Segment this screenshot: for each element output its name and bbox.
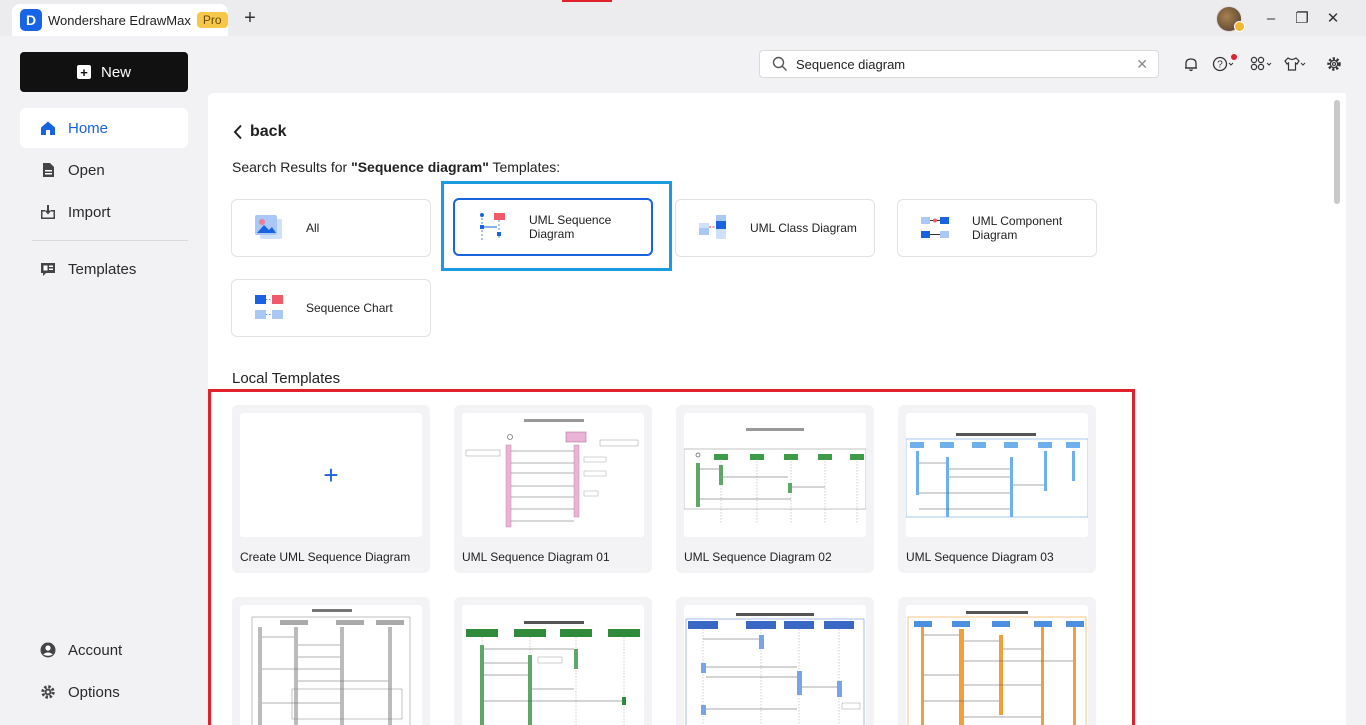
- template-thumbnail: +: [240, 413, 422, 537]
- search-bar[interactable]: ✕: [759, 50, 1159, 78]
- clear-search-icon[interactable]: ✕: [1136, 56, 1148, 73]
- apps-icon[interactable]: [1250, 54, 1272, 74]
- search-input[interactable]: [796, 56, 1116, 72]
- category-label: UML Component Diagram: [972, 214, 1063, 242]
- sequence-chart-icon: [255, 295, 283, 319]
- category-label: UML Class Diagram: [750, 221, 857, 235]
- search-icon: [772, 56, 787, 71]
- category-sequence-chart[interactable]: Sequence Chart: [231, 279, 431, 337]
- gear-icon: [40, 684, 56, 700]
- sidebar-item-templates[interactable]: Templates: [20, 249, 188, 289]
- search-results-heading: Search Results for "Sequence diagram" Te…: [232, 159, 561, 175]
- account-icon: [40, 642, 56, 658]
- maximize-button[interactable]: ❐: [1292, 8, 1312, 28]
- new-button[interactable]: + New: [20, 52, 188, 92]
- template-card-05[interactable]: [454, 597, 652, 725]
- notification-dot-icon: [1231, 54, 1237, 60]
- settings-gear-icon[interactable]: [1323, 54, 1345, 74]
- template-thumbnail: [462, 605, 644, 725]
- minimize-button[interactable]: –: [1261, 8, 1281, 28]
- template-card-create[interactable]: + Create UML Sequence Diagram: [232, 405, 430, 573]
- template-card-01[interactable]: UML Sequence Diagram 01: [454, 405, 652, 573]
- app-logo-icon: D: [20, 9, 42, 31]
- new-tab-button[interactable]: +: [240, 6, 260, 30]
- selection-highlight: [441, 181, 672, 271]
- template-caption: Create UML Sequence Diagram: [240, 550, 411, 564]
- template-thumbnail: [684, 413, 866, 537]
- sidebar-item-open[interactable]: Open: [20, 150, 188, 190]
- template-thumbnail: [462, 413, 644, 537]
- template-card-03[interactable]: UML Sequence Diagram 03: [898, 405, 1096, 573]
- all-templates-icon: [255, 215, 282, 239]
- sidebar-divider: [32, 240, 188, 241]
- sidebar-item-home[interactable]: Home: [20, 108, 188, 148]
- close-button[interactable]: ✕: [1323, 8, 1343, 28]
- sidebar-item-label: Open: [68, 161, 105, 179]
- sidebar-item-label: Account: [68, 641, 123, 659]
- template-thumbnail: [240, 605, 422, 725]
- sidebar-item-import[interactable]: Import: [20, 192, 188, 232]
- category-label: Sequence Chart: [306, 301, 393, 315]
- sequence-diagram-thumbnail: [466, 621, 640, 725]
- templates-icon: [40, 261, 56, 277]
- file-icon: [40, 162, 56, 178]
- template-caption: UML Sequence Diagram 02: [684, 550, 832, 564]
- chevron-left-icon: [233, 124, 242, 140]
- svg-text:?: ?: [1217, 60, 1223, 71]
- template-card-06[interactable]: [676, 597, 874, 725]
- local-templates-heading: Local Templates: [232, 370, 341, 387]
- template-thumbnail: [684, 605, 866, 725]
- template-card-02[interactable]: UML Sequence Diagram 02: [676, 405, 874, 573]
- template-caption: UML Sequence Diagram 03: [906, 550, 1054, 564]
- template-thumbnail: [906, 605, 1088, 725]
- sequence-diagram-thumbnail: [684, 428, 866, 523]
- pro-badge: Pro: [196, 12, 228, 28]
- new-button-label: New: [100, 63, 131, 81]
- back-button[interactable]: back: [232, 123, 286, 141]
- back-label: back: [250, 123, 287, 140]
- sequence-diagram-thumbnail: [685, 613, 865, 725]
- sequence-diagram-thumbnail: [907, 611, 1087, 725]
- title-bar: D Wondershare EdrawMax Pro + – ❐ ✕: [0, 0, 1366, 36]
- sidebar-item-label: Templates: [68, 260, 137, 278]
- template-card-07[interactable]: [898, 597, 1096, 725]
- plus-icon: +: [323, 459, 339, 490]
- scrollbar-thumb[interactable]: [1334, 100, 1340, 204]
- import-icon: [40, 204, 56, 220]
- template-card-04[interactable]: [232, 597, 430, 725]
- home-icon: [40, 120, 56, 136]
- title-indicator: [562, 0, 612, 2]
- category-all[interactable]: All: [231, 199, 431, 257]
- template-thumbnail: [906, 413, 1088, 537]
- search-query: "Sequence diagram": [351, 159, 489, 175]
- category-label: All: [306, 221, 320, 235]
- sidebar-item-account[interactable]: Account: [20, 630, 188, 670]
- plus-icon: +: [76, 65, 91, 79]
- uml-class-icon: [699, 215, 726, 239]
- sequence-diagram-thumbnail: [251, 609, 411, 725]
- shirt-icon[interactable]: [1284, 54, 1306, 74]
- sidebar-item-label: Home: [68, 119, 109, 137]
- sidebar-item-options[interactable]: Options: [20, 672, 188, 712]
- sequence-diagram-thumbnail: [906, 433, 1088, 518]
- sidebar-item-label: Import: [68, 203, 111, 221]
- uml-component-icon: [921, 217, 949, 238]
- bell-icon[interactable]: [1180, 54, 1202, 74]
- template-caption: UML Sequence Diagram 01: [462, 550, 610, 564]
- app-name: Wondershare EdrawMax: [48, 12, 191, 28]
- avatar-badge-icon: [1234, 21, 1245, 32]
- app-tab[interactable]: D Wondershare EdrawMax Pro: [12, 4, 228, 36]
- category-uml-component[interactable]: UML Component Diagram: [897, 199, 1097, 257]
- sequence-diagram-thumbnail: [465, 419, 639, 528]
- sidebar-item-label: Options: [68, 683, 120, 701]
- main-panel: back Search Results for "Sequence diagra…: [208, 93, 1346, 725]
- category-uml-class[interactable]: UML Class Diagram: [675, 199, 875, 257]
